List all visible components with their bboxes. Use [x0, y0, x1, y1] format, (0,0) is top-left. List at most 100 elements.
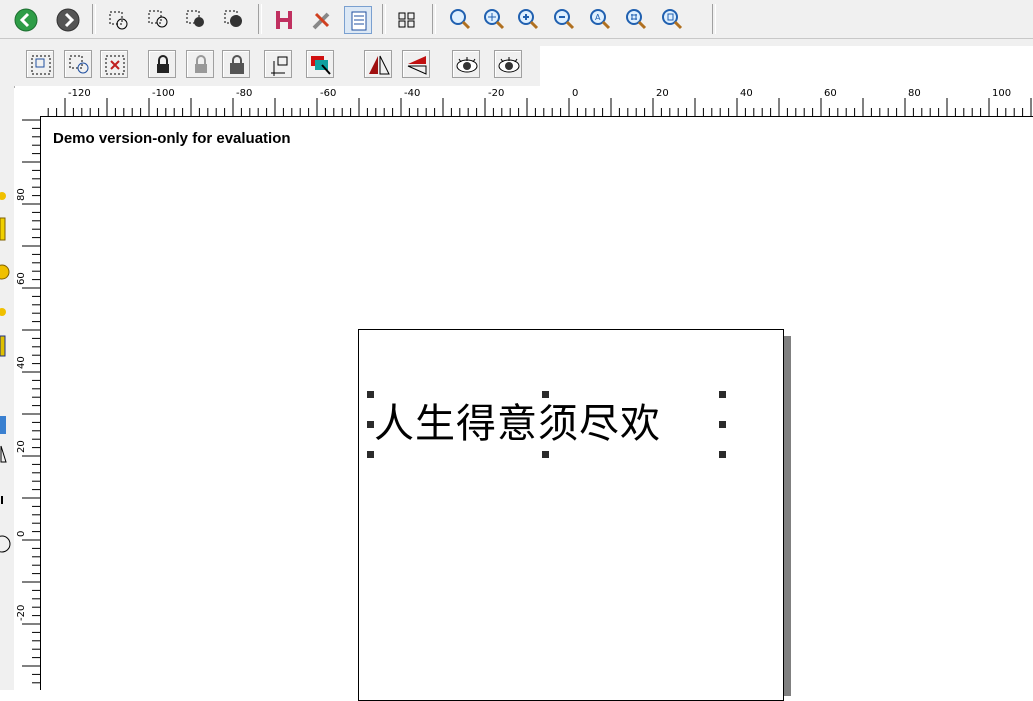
select-object-b-button[interactable]: [220, 6, 248, 34]
horizontal-ruler-label: -100: [152, 88, 175, 99]
vertical-ruler[interactable]: 80 60 40 20 0 -20: [14, 116, 41, 690]
zoom-grid-button[interactable]: [622, 6, 650, 34]
zoom-all-button[interactable]: A: [586, 6, 614, 34]
mirror-horizontal-button[interactable]: [364, 50, 392, 78]
demo-notice: Demo version-only for evaluation: [53, 130, 291, 147]
drawing-tool-strip[interactable]: [0, 86, 15, 690]
vertical-ruler-label: 60: [16, 272, 27, 285]
design-canvas[interactable]: Demo version-only for evaluation 人生得意须尽欢: [41, 117, 1033, 701]
select-object-a-button[interactable]: [182, 6, 210, 34]
horizontal-ruler-label: -60: [320, 88, 337, 99]
text-spacing-button[interactable]: [270, 6, 298, 34]
toolbar-separator: [712, 4, 716, 34]
zoom-pan-button[interactable]: [480, 6, 508, 34]
preview-button[interactable]: [452, 50, 480, 78]
mirror-horizontal-icon: [369, 55, 390, 75]
vertical-ruler-label: 80: [16, 188, 27, 201]
toolbar-separator: [432, 4, 436, 34]
object-toolbar: [0, 46, 540, 86]
toolbar-separator: [258, 4, 262, 34]
resize-handle-right[interactable]: [719, 421, 726, 428]
resize-handle-bottom-right[interactable]: [719, 451, 726, 458]
horizontal-ruler-label: 60: [824, 88, 837, 99]
preview-all-button[interactable]: [494, 50, 522, 78]
selected-text-object[interactable]: 人生得意须尽欢: [374, 400, 721, 448]
zoom-pan-icon: [484, 9, 505, 30]
horizontal-ruler-label: 80: [908, 88, 921, 99]
back-button[interactable]: [12, 6, 40, 34]
unlock-icon: [195, 55, 207, 73]
mirror-vertical-button[interactable]: [402, 50, 430, 78]
resize-handle-top-right[interactable]: [719, 391, 726, 398]
layer-order-button[interactable]: [306, 50, 334, 78]
svg-text:A: A: [595, 13, 601, 22]
zoom-button[interactable]: [446, 6, 474, 34]
horizontal-ruler-label: 40: [740, 88, 753, 99]
horizontal-ruler-label: -120: [68, 88, 91, 99]
group-icon: [31, 55, 51, 75]
lock-all-button[interactable]: [222, 50, 250, 78]
vertical-ruler-label: 20: [16, 440, 27, 453]
tools-icon: [312, 12, 330, 30]
origin-button[interactable]: [264, 50, 292, 78]
select-remove-icon: [105, 55, 125, 75]
tool-strip-icons: [0, 192, 11, 553]
vertical-ruler-label: -20: [16, 604, 27, 621]
group-button[interactable]: [26, 50, 54, 78]
eye-icon: [498, 57, 520, 73]
resize-handle-bottom[interactable]: [542, 451, 549, 458]
zoom-out-icon: [554, 9, 575, 30]
vertical-ruler-label: 0: [16, 530, 27, 537]
h-spacing-icon: [276, 11, 292, 29]
zoom-page-button[interactable]: [658, 6, 686, 34]
toolbar-separator: [92, 4, 96, 34]
resize-handle-top[interactable]: [542, 391, 549, 398]
layers-icon: [311, 56, 331, 75]
horizontal-ruler-label: 20: [656, 88, 669, 99]
select-objects-button[interactable]: [104, 6, 132, 34]
mirror-vertical-icon: [407, 56, 427, 75]
forward-button[interactable]: [54, 6, 82, 34]
arrow-right-circle-icon: [56, 8, 80, 32]
ungroup-icon: [69, 55, 89, 74]
horizontal-ruler-label: 100: [992, 88, 1012, 99]
select-group-button[interactable]: [144, 6, 172, 34]
horizontal-ruler-label: -80: [236, 88, 253, 99]
select-icon: [109, 11, 128, 30]
ungroup-button[interactable]: [64, 50, 92, 78]
vertical-ruler-label: 40: [16, 356, 27, 369]
eye-icon: [456, 57, 478, 73]
resize-handle-bottom-left[interactable]: [367, 451, 374, 458]
select-group-icon: [148, 10, 168, 28]
unlock-button[interactable]: [186, 50, 214, 78]
resize-handle-top-left[interactable]: [367, 391, 374, 398]
resize-handle-left[interactable]: [367, 421, 374, 428]
zoom-out-button[interactable]: [550, 6, 578, 34]
horizontal-ruler[interactable]: -120 -100 -80 -60 -40 -20 0 20 40 60 80 100: [14, 88, 1033, 117]
origin-icon: [271, 56, 288, 76]
zoom-in-button[interactable]: [514, 6, 542, 34]
lock-icon: [157, 55, 169, 73]
label-sheet[interactable]: [358, 329, 784, 701]
tools-button[interactable]: [308, 6, 336, 34]
lock-button[interactable]: [148, 50, 176, 78]
arrow-left-circle-icon: [14, 8, 38, 32]
horizontal-ruler-label: -40: [404, 88, 421, 99]
zoom-page-icon: [662, 9, 683, 30]
zoom-all-icon: A: [590, 9, 611, 30]
lock-all-icon: [230, 55, 244, 74]
horizontal-ruler-label: 0: [572, 88, 579, 99]
toolbar-gap: [0, 39, 1033, 46]
horizontal-ruler-label: -20: [488, 88, 505, 99]
select-filled-icon: [224, 10, 242, 27]
zoom-grid-icon: [626, 9, 647, 30]
toolbar-separator: [382, 4, 386, 34]
properties-button[interactable]: [344, 6, 372, 34]
zoom-in-icon: [518, 9, 539, 30]
tab-order-button[interactable]: [394, 6, 422, 34]
select-filled-icon: [186, 10, 204, 27]
main-toolbar: A: [0, 0, 1033, 39]
magnifier-icon: [450, 9, 471, 30]
list-panel-icon: [351, 11, 367, 31]
remove-selection-button[interactable]: [100, 50, 128, 78]
